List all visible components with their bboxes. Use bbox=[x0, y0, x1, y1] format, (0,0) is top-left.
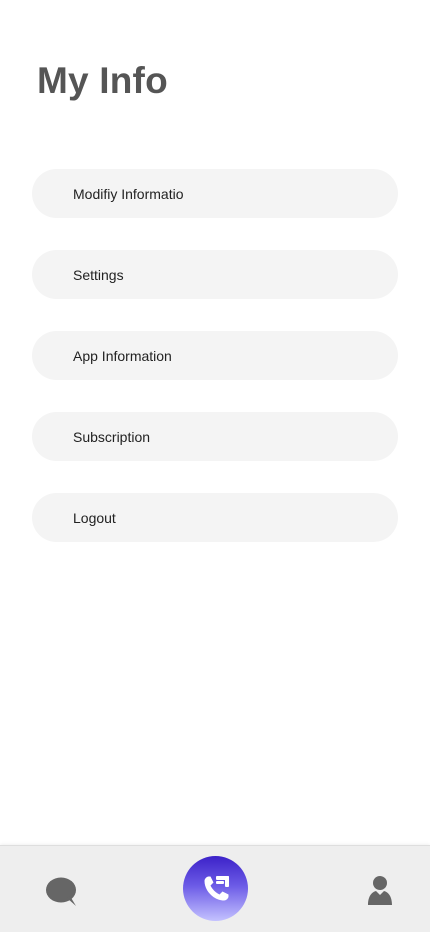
menu-item-logout[interactable]: Logout bbox=[32, 493, 398, 542]
menu-item-label: Modifiy Informatio bbox=[73, 185, 184, 202]
nav-profile-button[interactable] bbox=[358, 868, 402, 912]
menu-item-settings[interactable]: Settings bbox=[32, 250, 398, 299]
menu-item-label: Subscription bbox=[73, 428, 151, 445]
nav-call-button[interactable] bbox=[183, 856, 248, 921]
menu-item-label: Settings bbox=[73, 266, 124, 283]
bottom-navigation-bar bbox=[0, 845, 430, 932]
user-profile-icon bbox=[368, 876, 392, 905]
chat-bubble-icon bbox=[46, 877, 76, 906]
info-menu: Modifiy Informatio Settings App Informat… bbox=[32, 169, 398, 574]
menu-item-subscription[interactable]: Subscription bbox=[32, 412, 398, 461]
menu-item-label: Logout bbox=[73, 509, 116, 526]
menu-item-modify-information[interactable]: Modifiy Informatio bbox=[32, 169, 398, 218]
menu-item-label: App Information bbox=[73, 347, 172, 364]
phone-call-icon bbox=[204, 875, 229, 900]
page-title: My Info bbox=[37, 60, 168, 101]
menu-item-app-information[interactable]: App Information bbox=[32, 331, 398, 380]
nav-chat-button[interactable] bbox=[40, 872, 84, 912]
